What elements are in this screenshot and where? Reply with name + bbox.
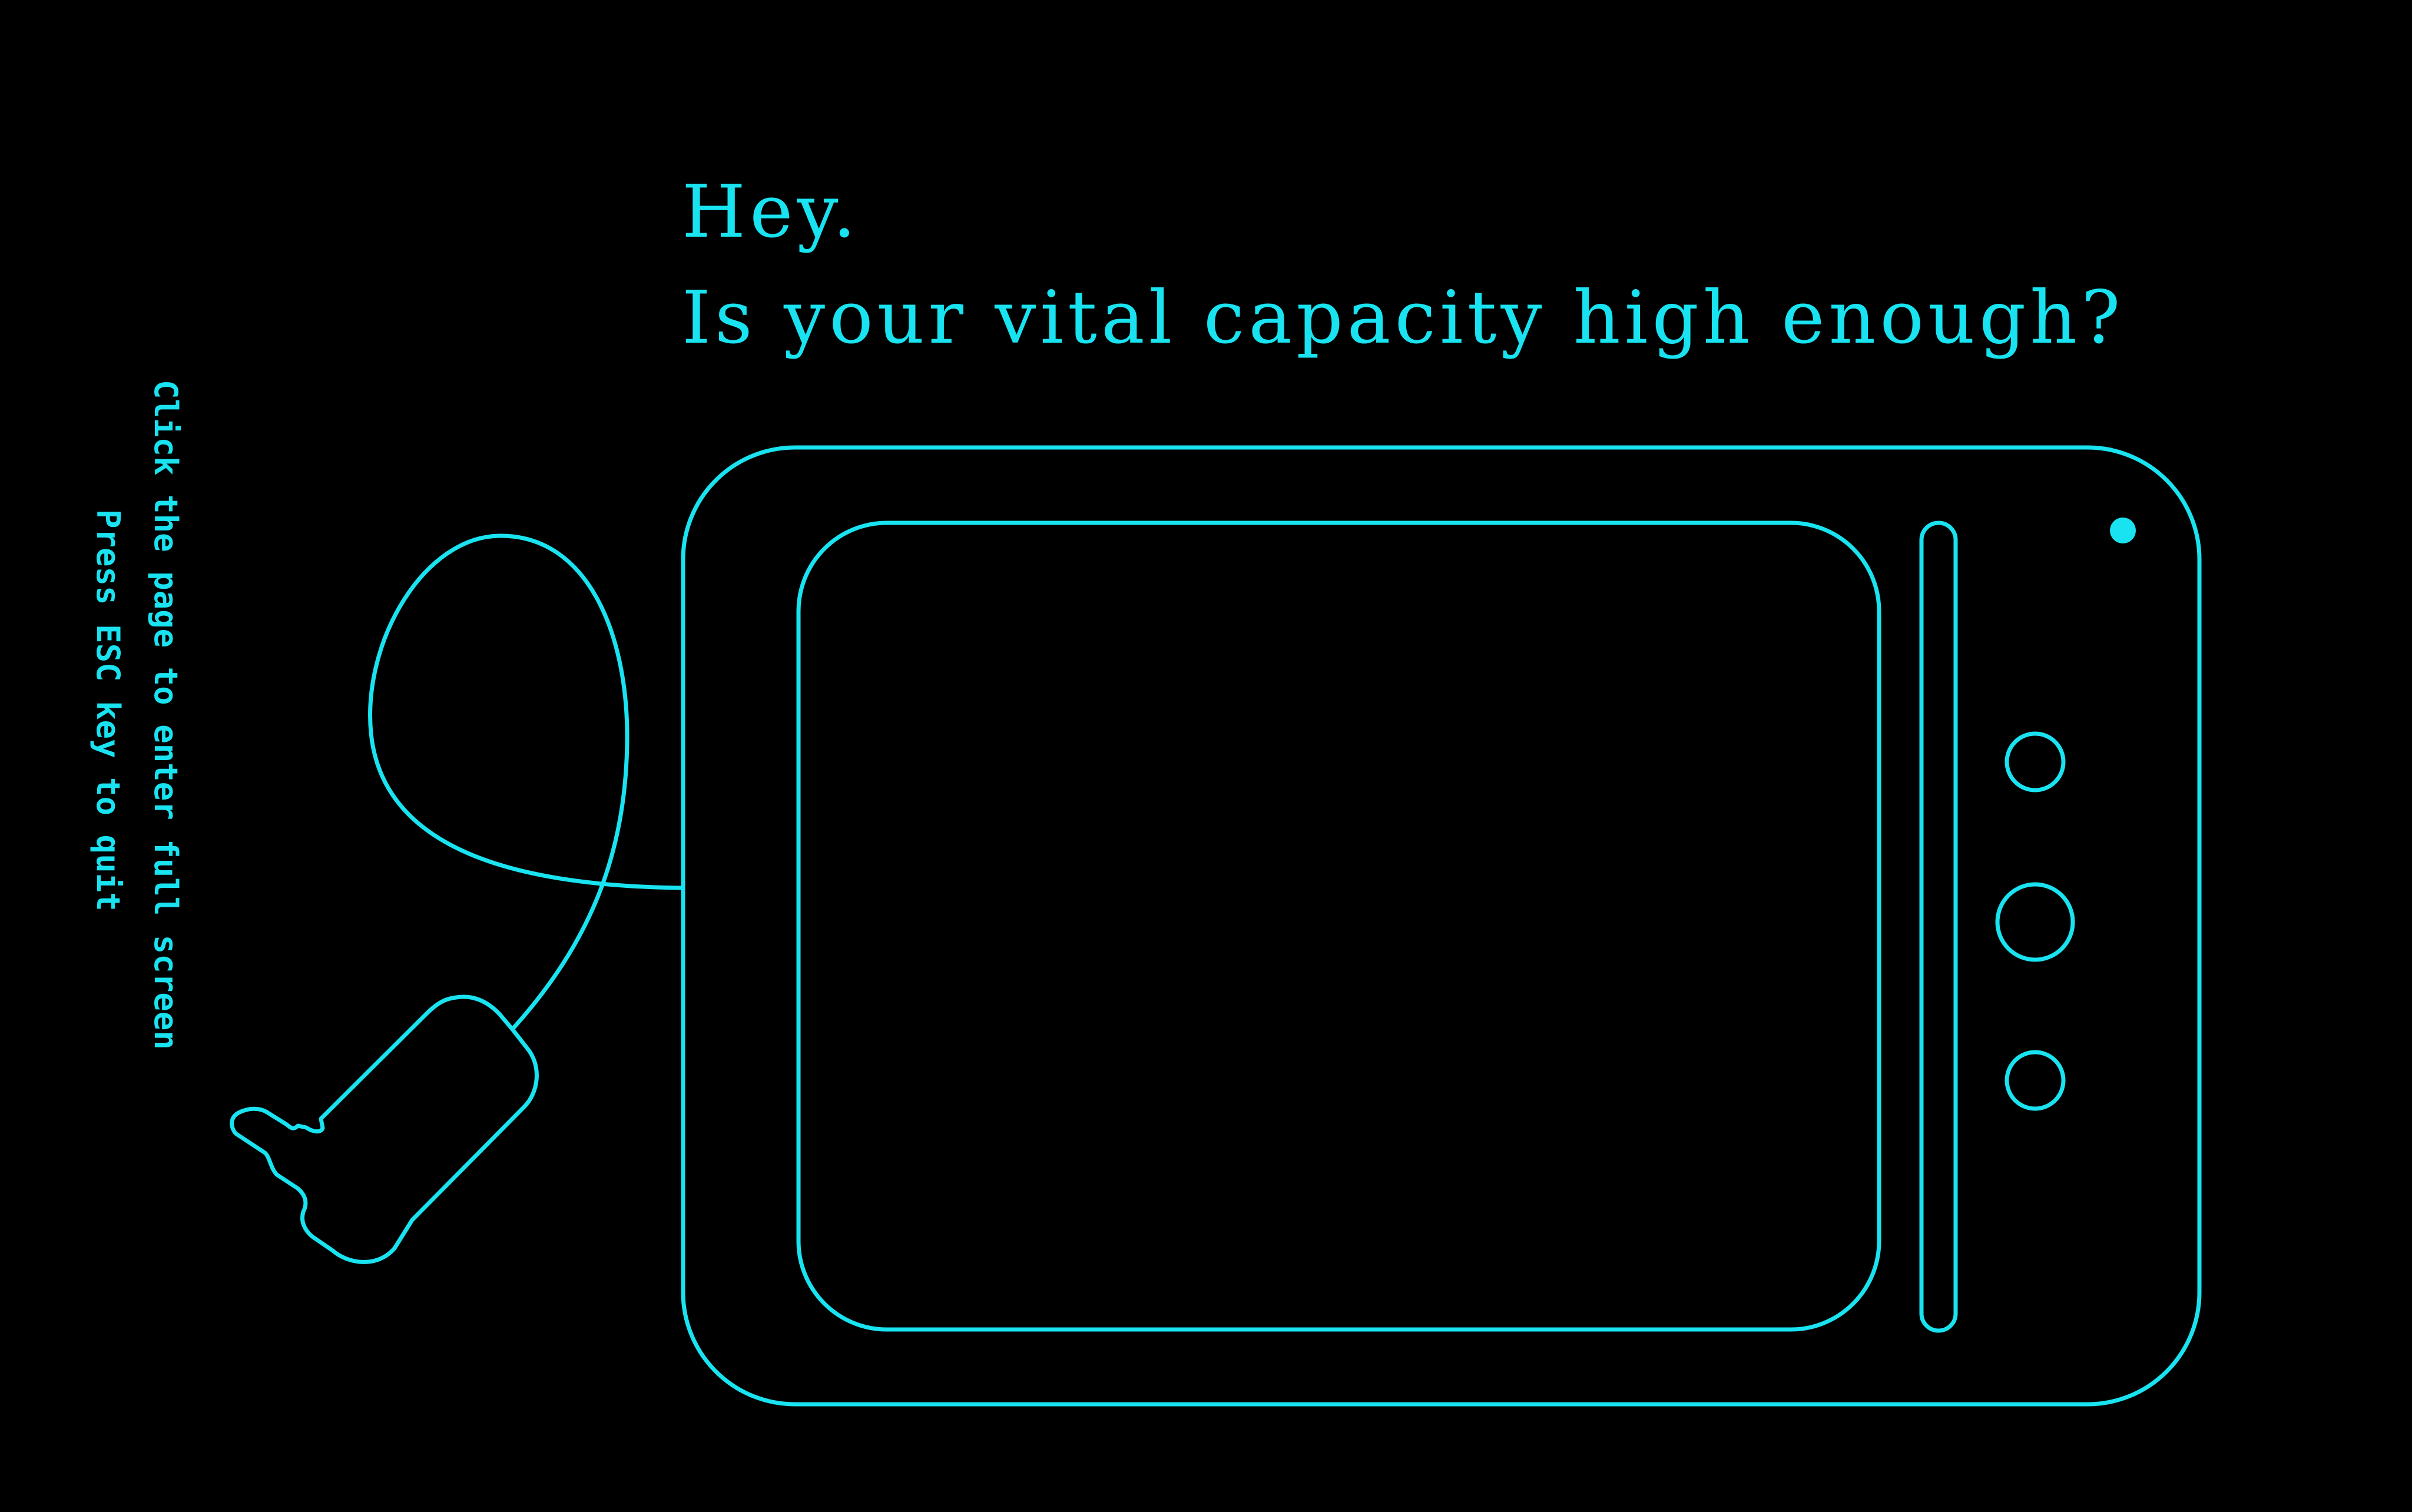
device-button-top[interactable] (2005, 731, 2066, 793)
app-stage[interactable]: Hey. Is your vital capacity high enough?… (0, 0, 2412, 1512)
mouthpiece-icon (230, 994, 539, 1264)
capacity-meter-slot (1919, 520, 1958, 1333)
device-body (681, 445, 2202, 1407)
device-button-bottom[interactable] (2005, 1050, 2066, 1111)
spirometer-illustration (230, 445, 2202, 1407)
device-screen[interactable] (796, 520, 1881, 1332)
breathing-tube (368, 533, 685, 1032)
device-button-middle[interactable] (1995, 882, 2075, 962)
indicator-light (2110, 518, 2136, 543)
